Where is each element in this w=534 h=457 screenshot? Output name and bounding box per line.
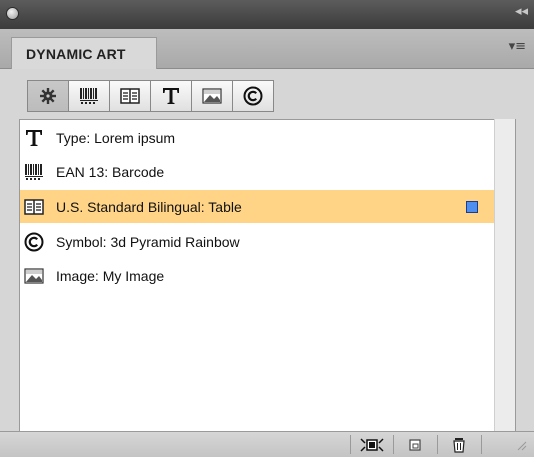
list-item-label: U.S. Standard Bilingual: Table	[56, 198, 242, 215]
list-item[interactable]: Image: My Image	[20, 259, 494, 292]
tab-dynamic-art[interactable]: DYNAMIC ART	[11, 37, 157, 69]
barcode-icon	[80, 88, 98, 104]
barcode-icon	[22, 160, 46, 184]
filter-symbol-button[interactable]	[232, 80, 274, 112]
filter-settings-button[interactable]	[27, 80, 69, 112]
list-scrollbar[interactable]	[494, 119, 515, 431]
tab-row: DYNAMIC ART ▾≡	[0, 29, 534, 69]
fit-frame-icon	[360, 437, 384, 452]
collapse-icon[interactable]: ◂◂	[515, 4, 528, 19]
divider	[437, 435, 438, 454]
table-icon	[22, 195, 46, 219]
filter-toolbar	[27, 80, 275, 112]
divider	[481, 435, 482, 454]
bottom-toolbar	[0, 431, 534, 457]
trash-icon	[453, 437, 465, 453]
image-icon	[202, 88, 222, 104]
list-item-label: Symbol: 3d Pyramid Rainbow	[56, 233, 240, 250]
list-item-label: EAN 13: Barcode	[56, 163, 165, 180]
list-item-selected[interactable]: U.S. Standard Bilingual: Table	[20, 190, 494, 223]
filter-type-button[interactable]	[150, 80, 192, 112]
filter-image-button[interactable]	[191, 80, 233, 112]
list-item[interactable]: Symbol: 3d Pyramid Rainbow	[20, 225, 494, 258]
list-item[interactable]: Type: Lorem ipsum	[20, 121, 494, 154]
symbol-icon	[22, 230, 46, 254]
image-icon	[22, 264, 46, 288]
divider	[393, 435, 394, 454]
close-icon[interactable]	[6, 7, 19, 20]
fit-frame-button[interactable]	[352, 432, 392, 457]
list-item-label: Type: Lorem ipsum	[56, 129, 176, 146]
new-item-button[interactable]	[395, 432, 435, 457]
selection-marker[interactable]	[466, 201, 478, 213]
divider	[350, 435, 351, 454]
type-icon	[22, 126, 46, 150]
list-item[interactable]: EAN 13: Barcode	[20, 155, 494, 188]
filter-table-button[interactable]	[109, 80, 151, 112]
settings-icon	[40, 88, 56, 104]
new-page-icon	[409, 438, 421, 451]
tab-title: DYNAMIC ART	[26, 46, 126, 62]
symbol-icon	[243, 86, 263, 106]
list-item-label: Image: My Image	[56, 267, 165, 284]
dynamic-art-panel: ◂◂ DYNAMIC ART ▾≡ Type: Lorem ipsum EAN …	[0, 0, 534, 457]
delete-button[interactable]	[439, 432, 479, 457]
filter-barcode-button[interactable]	[68, 80, 110, 112]
type-icon	[163, 88, 179, 104]
panel-title-bar[interactable]: ◂◂	[0, 0, 534, 29]
resize-grip-icon[interactable]	[510, 432, 532, 457]
table-icon	[120, 88, 140, 104]
panel-menu-icon[interactable]: ▾≡	[509, 39, 526, 54]
